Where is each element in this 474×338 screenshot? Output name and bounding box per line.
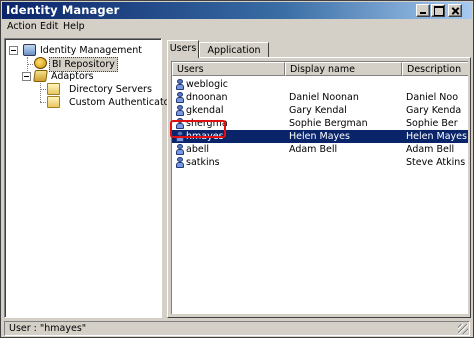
repository-icon	[34, 57, 47, 69]
maximize-button[interactable]	[431, 4, 445, 17]
user-icon	[176, 92, 184, 103]
cell-description: Sophie Ber	[406, 118, 458, 129]
user-icon	[176, 157, 184, 168]
tree-connector	[40, 89, 46, 90]
cell-description: Daniel Noo	[406, 92, 459, 103]
tab-users[interactable]: Users	[167, 40, 199, 58]
status-bar: User : "hmayes"	[4, 321, 470, 336]
menu-action[interactable]: Action	[7, 19, 37, 35]
cell-display-name: Gary Kendal	[289, 105, 347, 116]
navigation-tree[interactable]: Identity Management BI Repository Adapto…	[4, 38, 178, 318]
user-icon	[176, 105, 184, 116]
tree-connector	[40, 81, 41, 102]
menu-help[interactable]: Help	[63, 19, 85, 35]
cell-user: weblogic	[186, 79, 228, 90]
table-row[interactable]: gkendal Gary Kendal Gary Kenda	[172, 104, 468, 117]
column-header-display-name[interactable]: Display name	[285, 62, 402, 76]
cell-description: Adam Bell	[406, 144, 455, 155]
column-header-users[interactable]: Users	[172, 62, 285, 76]
identity-manager-window: Identity Manager Action Edit Help Identi…	[0, 0, 474, 338]
cell-user: dnoonan	[186, 92, 228, 103]
cell-display-name: Adam Bell	[289, 144, 338, 155]
tree-connector	[40, 102, 46, 103]
status-text: User : "hmayes"	[9, 323, 87, 334]
minimize-button[interactable]	[416, 4, 430, 17]
users-list[interactable]: Users Display name Description weblogic d…	[171, 61, 468, 314]
cell-user: satkins	[186, 157, 220, 168]
window-title: Identity Manager	[6, 3, 120, 17]
table-row[interactable]: dnoonan Daniel Noonan Daniel Noo	[172, 91, 468, 104]
cell-description: Steve Atkins	[406, 157, 466, 168]
cell-user: gkendal	[186, 105, 224, 116]
collapse-icon[interactable]	[22, 72, 31, 81]
cell-display-name: Sophie Bergman	[289, 118, 368, 129]
table-row[interactable]: weblogic	[172, 78, 468, 91]
identity-icon	[23, 44, 36, 56]
user-icon	[176, 79, 184, 90]
collapse-icon[interactable]	[9, 46, 18, 55]
folder-icon	[47, 83, 60, 95]
list-header: Users Display name Description	[172, 62, 468, 76]
resize-grip-icon[interactable]	[458, 324, 468, 334]
tab-application-roles[interactable]: Application Roles	[199, 42, 269, 71]
menu-edit[interactable]: Edit	[40, 19, 58, 35]
cell-display-name: Daniel Noonan	[289, 92, 359, 103]
highlight-box	[170, 120, 226, 138]
column-header-description[interactable]: Description	[402, 62, 468, 76]
cell-description: Helen Mayes	[406, 131, 467, 142]
tree-label: Directory Servers	[69, 84, 152, 95]
tree-label: Adaptors	[51, 71, 94, 82]
cell-user: abell	[186, 144, 209, 155]
cell-description: Gary Kenda	[406, 105, 462, 116]
adaptors-icon	[33, 70, 48, 82]
table-row[interactable]: satkins Steve Atkins	[172, 156, 468, 169]
cell-display-name: Helen Mayes	[289, 131, 350, 142]
tree-connector	[27, 64, 33, 65]
tree-label: Identity Management	[40, 45, 143, 56]
menu-bar: Action Edit Help	[2, 19, 472, 35]
tree-label: Custom Authenticators	[69, 97, 179, 108]
title-bar[interactable]: Identity Manager	[2, 2, 472, 19]
content-pane: Users Application Roles Users Display na…	[167, 38, 471, 318]
folder-icon	[47, 96, 60, 108]
tab-panel: Users Display name Description weblogic d…	[167, 57, 471, 318]
close-button[interactable]	[448, 4, 462, 17]
table-row[interactable]: abell Adam Bell Adam Bell	[172, 143, 468, 156]
user-icon	[176, 144, 184, 155]
